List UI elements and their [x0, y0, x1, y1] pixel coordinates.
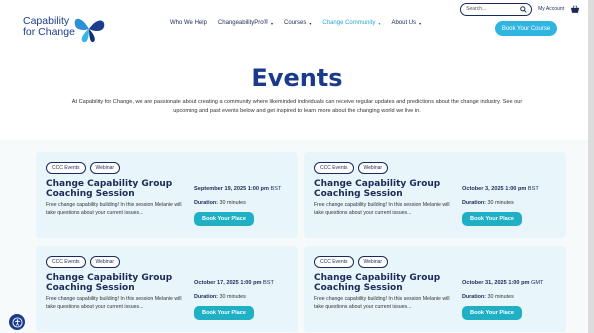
event-datetime: October 31, 2025 1:00 pm — [462, 280, 530, 286]
event-date: October 31, 2025 1:00 pm GMT — [462, 280, 543, 286]
duration-value: 30 minutes — [219, 200, 246, 206]
event-timezone: GMT — [531, 280, 544, 286]
book-your-place-button[interactable]: Book Your Place — [462, 212, 522, 226]
nav-item-changeabilitypro[interactable]: ChangeabilityPro® ▾ — [218, 20, 273, 26]
nav-item-who-we-help[interactable]: Who We Help — [170, 20, 207, 26]
nav-label: About Us — [391, 20, 417, 26]
logo-line-2: for Change — [23, 26, 75, 38]
event-card: CCC Events Webinar Change Capability Gro… — [304, 246, 566, 332]
event-title[interactable]: Change Capability Group Coaching Session — [46, 179, 186, 199]
event-duration: Duration: 30 minutes — [194, 200, 246, 206]
accessibility-button[interactable] — [9, 314, 25, 330]
book-your-place-button[interactable]: Book Your Place — [194, 212, 254, 226]
nav-item-about-us[interactable]: About Us ▾ — [391, 20, 421, 26]
nav-item-change-community[interactable]: Change Community ▾ — [322, 20, 380, 26]
duration-label: Duration: — [462, 294, 486, 300]
event-title[interactable]: Change Capability Group Coaching Session — [314, 273, 454, 293]
event-date: October 3, 2025 1:00 pm BST — [462, 186, 539, 192]
duration-label: Duration: — [462, 200, 486, 206]
main-nav: Who We Help ChangeabilityPro® ▾ Courses … — [170, 20, 421, 26]
nav-label: Change Community — [322, 20, 376, 26]
tag-webinar[interactable]: Webinar — [89, 256, 121, 268]
event-title[interactable]: Change Capability Group Coaching Session — [314, 179, 454, 199]
search-icon[interactable] — [520, 5, 527, 13]
tag-ccc-events[interactable]: CCC Events — [46, 256, 86, 268]
event-tags: CCC Events Webinar — [314, 256, 389, 268]
search-placeholder: Search... — [466, 6, 487, 12]
utility-bar: Search... My Account — [460, 2, 580, 16]
page-title: Events — [251, 64, 343, 92]
book-your-place-button[interactable]: Book Your Place — [462, 306, 522, 320]
tag-ccc-events[interactable]: CCC Events — [46, 162, 86, 174]
event-date: September 19, 2025 1:00 pm BST — [194, 186, 281, 192]
site-logo[interactable]: Capability for Change — [23, 13, 108, 45]
chevron-down-icon: ▾ — [271, 20, 274, 26]
event-timezone: BST — [527, 186, 539, 192]
duration-label: Duration: — [194, 200, 218, 206]
nav-item-courses[interactable]: Courses ▾ — [284, 20, 311, 26]
event-description: Free change capability building! In this… — [46, 202, 182, 216]
nav-label: Who We Help — [170, 20, 207, 26]
event-title[interactable]: Change Capability Group Coaching Session — [46, 273, 186, 293]
book-your-course-button[interactable]: Book Your Course — [495, 21, 557, 36]
tag-webinar[interactable]: Webinar — [357, 162, 389, 174]
basket-icon[interactable] — [570, 5, 580, 14]
event-duration: Duration: 30 minutes — [462, 294, 514, 300]
event-date: October 17, 2025 1:00 pm BST — [194, 280, 274, 286]
duration-value: 30 minutes — [219, 294, 246, 300]
event-description: Free change capability building! In this… — [314, 296, 450, 310]
book-your-place-button[interactable]: Book Your Place — [194, 306, 254, 320]
tag-webinar[interactable]: Webinar — [89, 162, 121, 174]
event-description: Free change capability building! In this… — [314, 202, 450, 216]
chevron-down-icon: ▾ — [419, 20, 422, 26]
accessibility-icon — [11, 316, 23, 328]
event-tags: CCC Events Webinar — [46, 256, 121, 268]
tag-ccc-events[interactable]: CCC Events — [314, 256, 354, 268]
duration-value: 30 minutes — [487, 294, 514, 300]
events-grid: CCC Events Webinar Change Capability Gro… — [0, 140, 588, 333]
logo-wordmark: Capability for Change — [23, 16, 75, 38]
event-duration: Duration: 30 minutes — [462, 200, 514, 206]
duration-value: 30 minutes — [487, 200, 514, 206]
event-description: Free change capability building! In this… — [46, 296, 182, 310]
event-card: CCC Events Webinar Change Capability Gro… — [36, 246, 298, 332]
event-duration: Duration: 30 minutes — [194, 294, 246, 300]
search-input[interactable]: Search... — [460, 2, 533, 16]
event-timezone: BST — [270, 186, 282, 192]
event-tags: CCC Events Webinar — [46, 162, 121, 174]
page-intro: At Capability for Change, we are passion… — [71, 99, 523, 114]
chevron-down-icon: ▾ — [309, 20, 312, 26]
event-tags: CCC Events Webinar — [314, 162, 389, 174]
event-datetime: October 3, 2025 1:00 pm — [462, 186, 527, 192]
duration-label: Duration: — [194, 294, 218, 300]
event-timezone: BST — [263, 280, 274, 286]
tag-webinar[interactable]: Webinar — [357, 256, 389, 268]
event-datetime: October 17, 2025 1:00 pm — [194, 280, 262, 286]
nav-label: ChangeabilityPro® — [217, 20, 269, 26]
event-card: CCC Events Webinar Change Capability Gro… — [36, 152, 298, 238]
butterfly-icon — [74, 18, 105, 43]
chevron-down-icon: ▾ — [378, 20, 381, 26]
event-datetime: September 19, 2025 1:00 pm — [194, 186, 269, 192]
my-account-link[interactable]: My Account — [538, 6, 564, 12]
tag-ccc-events[interactable]: CCC Events — [314, 162, 354, 174]
nav-label: Courses — [284, 20, 307, 26]
event-card: CCC Events Webinar Change Capability Gro… — [304, 152, 566, 238]
page: Capability for Change Search... My Accou… — [0, 0, 594, 333]
